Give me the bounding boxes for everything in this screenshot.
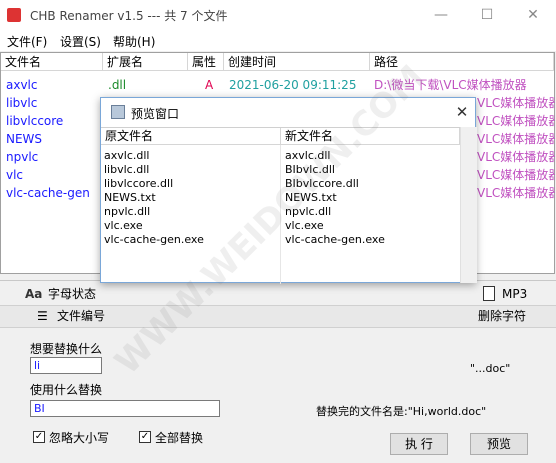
file-name-cell[interactable]: vlc [6,166,101,184]
old-name-cell: NEWS.txt [104,191,156,204]
old-name-cell: npvlc.dll [104,205,151,218]
file-path-cell: VLC媒体播放器 [477,114,555,128]
menu-help[interactable]: 帮助(H) [113,33,155,50]
tab-delete-chars[interactable]: 删除字符 [478,306,526,326]
file-name-cell[interactable]: vlc-cache-gen [6,184,101,202]
replace-all-checkbox[interactable]: ✓ [139,431,151,443]
column-header-name[interactable]: 文件名 [1,53,103,71]
minimize-button[interactable]: — [418,0,464,31]
file-name-cell[interactable]: npvlc [6,148,101,166]
old-name-cell: axvlc.dll [104,149,150,162]
preview-before-text: "...doc" [470,362,511,375]
dialog-close-icon[interactable]: ✕ [451,101,473,123]
file-path-cell: VLC媒体播放器 [477,168,555,182]
file-path-cell: VLC媒体播放器 [477,186,555,200]
dialog-scrollbar[interactable] [460,127,477,283]
file-name-cell[interactable]: libvlc [6,94,101,112]
preview-button[interactable]: 预览 [470,433,528,455]
preview-after-text: 替换完的文件名是:"Hi,world.doc" [316,405,487,418]
old-name-cell: libvlccore.dll [104,177,174,190]
file-path-cell: VLC媒体播放器 [477,132,555,146]
case-tab-icon: Aa [25,287,43,301]
ignore-case-checkbox[interactable]: ✓ [33,431,45,443]
list-icon: ☰ [37,309,48,323]
window-title: CHB Renamer v1.5 --- 共 7 个文件 [30,9,228,23]
document-icon [483,286,495,301]
new-name-cell: vlc-cache-gen.exe [285,233,385,246]
menu-bar: 文件(F) 设置(S) 帮助(H) [0,31,556,51]
file-path-cell: VLC媒体播放器 [477,96,555,110]
app-icon [7,8,21,22]
column-header-old-name[interactable]: 原文件名 [101,128,281,145]
menu-file[interactable]: 文件(F) [7,33,47,50]
column-header-attr[interactable]: 属性 [188,53,224,71]
file-time-cell: 2021-06-20 09:11:25 [229,78,357,92]
find-label: 想要替换什么 [30,342,103,356]
file-ext-cell: .dll [108,78,127,92]
ignore-case-label: 忽略大小写 [49,431,110,445]
replace-label: 使用什么替换 [30,383,103,397]
file-name-cell[interactable]: libvlccore [6,112,101,130]
file-name-cell[interactable]: axvlc [6,76,101,94]
column-header-time[interactable]: 创建时间 [224,53,370,71]
replace-all-label: 全部替换 [155,431,204,445]
tab-file-number[interactable]: 文件编号 [57,306,105,326]
tab-letter-case[interactable]: 字母状态 [48,284,96,304]
execute-button[interactable]: 执 行 [390,433,448,455]
column-header-ext[interactable]: 扩展名 [103,53,188,71]
dialog-window-icon [111,105,125,119]
find-input[interactable]: li [30,357,102,374]
dialog-title: 预览窗口 [131,107,180,121]
file-name-cell[interactable]: NEWS [6,130,101,148]
menu-settings[interactable]: 设置(S) [60,33,101,50]
file-path-cell: VLC媒体播放器 [477,150,555,164]
title-bar: CHB Renamer v1.5 --- 共 7 个文件 — ☐ ✕ [0,0,556,31]
old-name-cell: vlc.exe [104,219,143,232]
close-button[interactable]: ✕ [510,0,556,31]
file-attr-cell: A [205,78,214,92]
tab-mp3[interactable]: MP3 [502,284,527,304]
maximize-button[interactable]: ☐ [464,0,510,31]
old-name-cell: libvlc.dll [104,163,150,176]
old-name-cell: vlc-cache-gen.exe [104,233,204,246]
replace-input[interactable]: BI [30,400,220,417]
